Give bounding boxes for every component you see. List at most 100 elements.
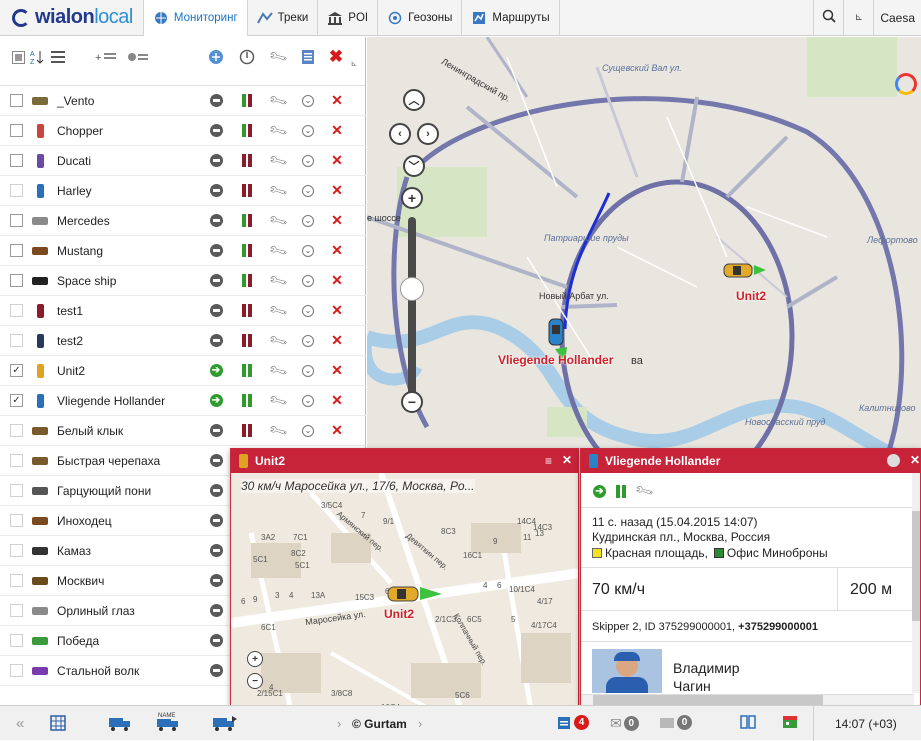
connection-status-icon[interactable] — [208, 213, 224, 229]
commands-icon[interactable]: 🔧︎ — [267, 359, 289, 380]
connection-status-icon[interactable] — [208, 543, 224, 559]
collapse-left-icon[interactable]: « — [16, 715, 24, 732]
truck-icon[interactable] — [108, 715, 132, 731]
connection-status-icon[interactable] — [208, 333, 224, 349]
unit-row[interactable]: test2 🔧︎ ⌄ ✕ — [0, 326, 366, 356]
properties-icon[interactable]: ⌄ — [300, 243, 316, 259]
properties-icon[interactable]: ⌄ — [300, 153, 316, 169]
zoom-out-button[interactable]: − — [401, 391, 423, 413]
commands-icon[interactable]: 🔧︎ — [267, 419, 289, 440]
tab-geofences[interactable]: Геозоны — [378, 0, 463, 36]
unit2-minimap-label[interactable]: Unit2 — [384, 607, 414, 621]
pan-down-button[interactable]: ﹀ — [403, 155, 425, 177]
messages-button[interactable]: ✉ 0 — [610, 715, 639, 732]
panel-expand-icon[interactable]: ⊾ — [346, 55, 362, 71]
minimap-zoom-in[interactable]: + — [247, 651, 263, 667]
properties-icon[interactable]: ⌄ — [300, 393, 316, 409]
delete-all-icon[interactable]: ✖ — [328, 47, 344, 66]
unit-row[interactable]: Harley 🔧︎ ⌄ ✕ — [0, 176, 366, 206]
unit-checkbox[interactable] — [10, 634, 23, 647]
unit-row[interactable]: Space ship 🔧︎ ⌄ ✕ — [0, 266, 366, 296]
delete-icon[interactable]: ✕ — [329, 152, 345, 169]
group-view-icon[interactable] — [126, 49, 150, 65]
unit-checkbox[interactable] — [10, 274, 23, 287]
connection-status-icon[interactable] — [208, 603, 224, 619]
locate-icon[interactable]: ➔ — [208, 393, 224, 409]
locate-icon[interactable]: ➔ — [593, 484, 606, 498]
expand-button[interactable]: ⊾ — [843, 0, 873, 36]
unit-row[interactable]: Mercedes 🔧︎ ⌄ ✕ — [0, 206, 366, 236]
delete-icon[interactable]: ✕ — [329, 332, 345, 349]
user-menu[interactable]: Caesa — [873, 0, 921, 36]
unit-checkbox[interactable]: ✓ — [10, 364, 23, 377]
unit-checkbox[interactable] — [10, 94, 23, 107]
unit-checkbox[interactable] — [10, 484, 23, 497]
calendar-icon[interactable] — [782, 715, 798, 729]
commands-icon[interactable]: 🔧︎ — [267, 89, 289, 110]
unit-row[interactable]: Chopper 🔧︎ ⌄ ✕ — [0, 116, 366, 146]
minimap-zoom-out[interactable]: − — [247, 673, 263, 689]
select-all-checkbox[interactable] — [10, 49, 26, 65]
connection-status-icon[interactable] — [208, 483, 224, 499]
zoom-slider-track[interactable] — [408, 217, 416, 407]
commands-icon[interactable]: 🔧︎ — [633, 480, 655, 502]
unit-checkbox[interactable] — [10, 664, 23, 677]
connection-status-icon[interactable] — [208, 123, 224, 139]
pan-right-button[interactable]: › — [417, 123, 439, 145]
commands-icon[interactable]: 🔧︎ — [267, 329, 289, 350]
vliegende-phone[interactable]: +375299000001 — [738, 621, 818, 633]
commands-icon[interactable]: 🔧︎ — [267, 389, 289, 410]
properties-icon[interactable]: ⌄ — [300, 273, 316, 289]
unit2-minimap[interactable]: 30 км/ч Маросейка ул., 17/6, Москва, Ро.… — [231, 473, 578, 708]
commands-icon[interactable]: 🔧︎ — [267, 239, 289, 260]
connection-status-icon[interactable] — [208, 243, 224, 259]
commands-column-icon[interactable]: 🔧︎ — [267, 46, 289, 67]
unit-checkbox[interactable] — [10, 244, 23, 257]
close-icon[interactable]: ✕ — [910, 453, 920, 467]
pan-left-button[interactable]: ‹ — [389, 123, 411, 145]
delete-icon[interactable]: ✕ — [329, 242, 345, 259]
unit-checkbox[interactable] — [10, 574, 23, 587]
delete-icon[interactable]: ✕ — [329, 302, 345, 319]
connection-status-icon[interactable] — [208, 423, 224, 439]
properties-icon[interactable]: ⌄ — [300, 423, 316, 439]
properties-icon[interactable]: ⌄ — [300, 303, 316, 319]
tab-monitoring[interactable]: Мониторинг — [143, 0, 248, 36]
connection-status-icon[interactable] — [208, 453, 224, 469]
unit-row[interactable]: ✓ Vliegende Hollander ➔ 🔧︎ ⌄ ✕ — [0, 386, 366, 416]
tab-tracks[interactable]: Треки — [248, 0, 319, 36]
delete-icon[interactable]: ✕ — [329, 362, 345, 379]
connection-status-icon[interactable] — [208, 633, 224, 649]
list-view-icon[interactable] — [50, 49, 66, 65]
unit-checkbox[interactable] — [10, 184, 23, 197]
properties-icon[interactable]: ⌄ — [300, 333, 316, 349]
zoom-in-button[interactable]: + — [401, 187, 423, 209]
commands-icon[interactable]: 🔧︎ — [267, 149, 289, 170]
connection-status-icon[interactable] — [208, 513, 224, 529]
tab-routes[interactable]: Маршруты — [462, 0, 560, 36]
unit-row[interactable]: Белый клык 🔧︎ ⌄ ✕ — [0, 416, 366, 446]
delete-icon[interactable]: ✕ — [329, 422, 345, 439]
properties-icon[interactable]: ⌄ — [300, 123, 316, 139]
book-icon[interactable] — [740, 715, 756, 729]
add-group-icon[interactable]: + — [94, 49, 118, 65]
truck-name-icon[interactable]: NAME — [156, 710, 182, 732]
zoom-slider-handle[interactable] — [400, 277, 424, 301]
delete-icon[interactable]: ✕ — [329, 122, 345, 139]
locate-icon[interactable]: ➔ — [208, 363, 224, 379]
unit-checkbox[interactable] — [10, 544, 23, 557]
connection-status-icon[interactable] — [208, 663, 224, 679]
properties-icon[interactable]: ⌄ — [300, 363, 316, 379]
unit-row[interactable]: _Vento 🔧︎ ⌄ ✕ — [0, 86, 366, 116]
clock-time[interactable]: 14:07 (+03) — [835, 717, 897, 731]
connection-column-icon[interactable] — [239, 49, 255, 65]
unit-checkbox[interactable] — [10, 304, 23, 317]
properties-icon[interactable]: ⌄ — [300, 183, 316, 199]
unit-checkbox[interactable] — [10, 124, 23, 137]
unit-row[interactable]: Ducati 🔧︎ ⌄ ✕ — [0, 146, 366, 176]
truck-arrow-icon[interactable] — [212, 715, 238, 731]
connection-status-icon[interactable] — [208, 303, 224, 319]
close-icon[interactable]: ✕ — [562, 453, 572, 467]
unit-checkbox[interactable]: ✓ — [10, 394, 23, 407]
unit-checkbox[interactable] — [10, 514, 23, 527]
